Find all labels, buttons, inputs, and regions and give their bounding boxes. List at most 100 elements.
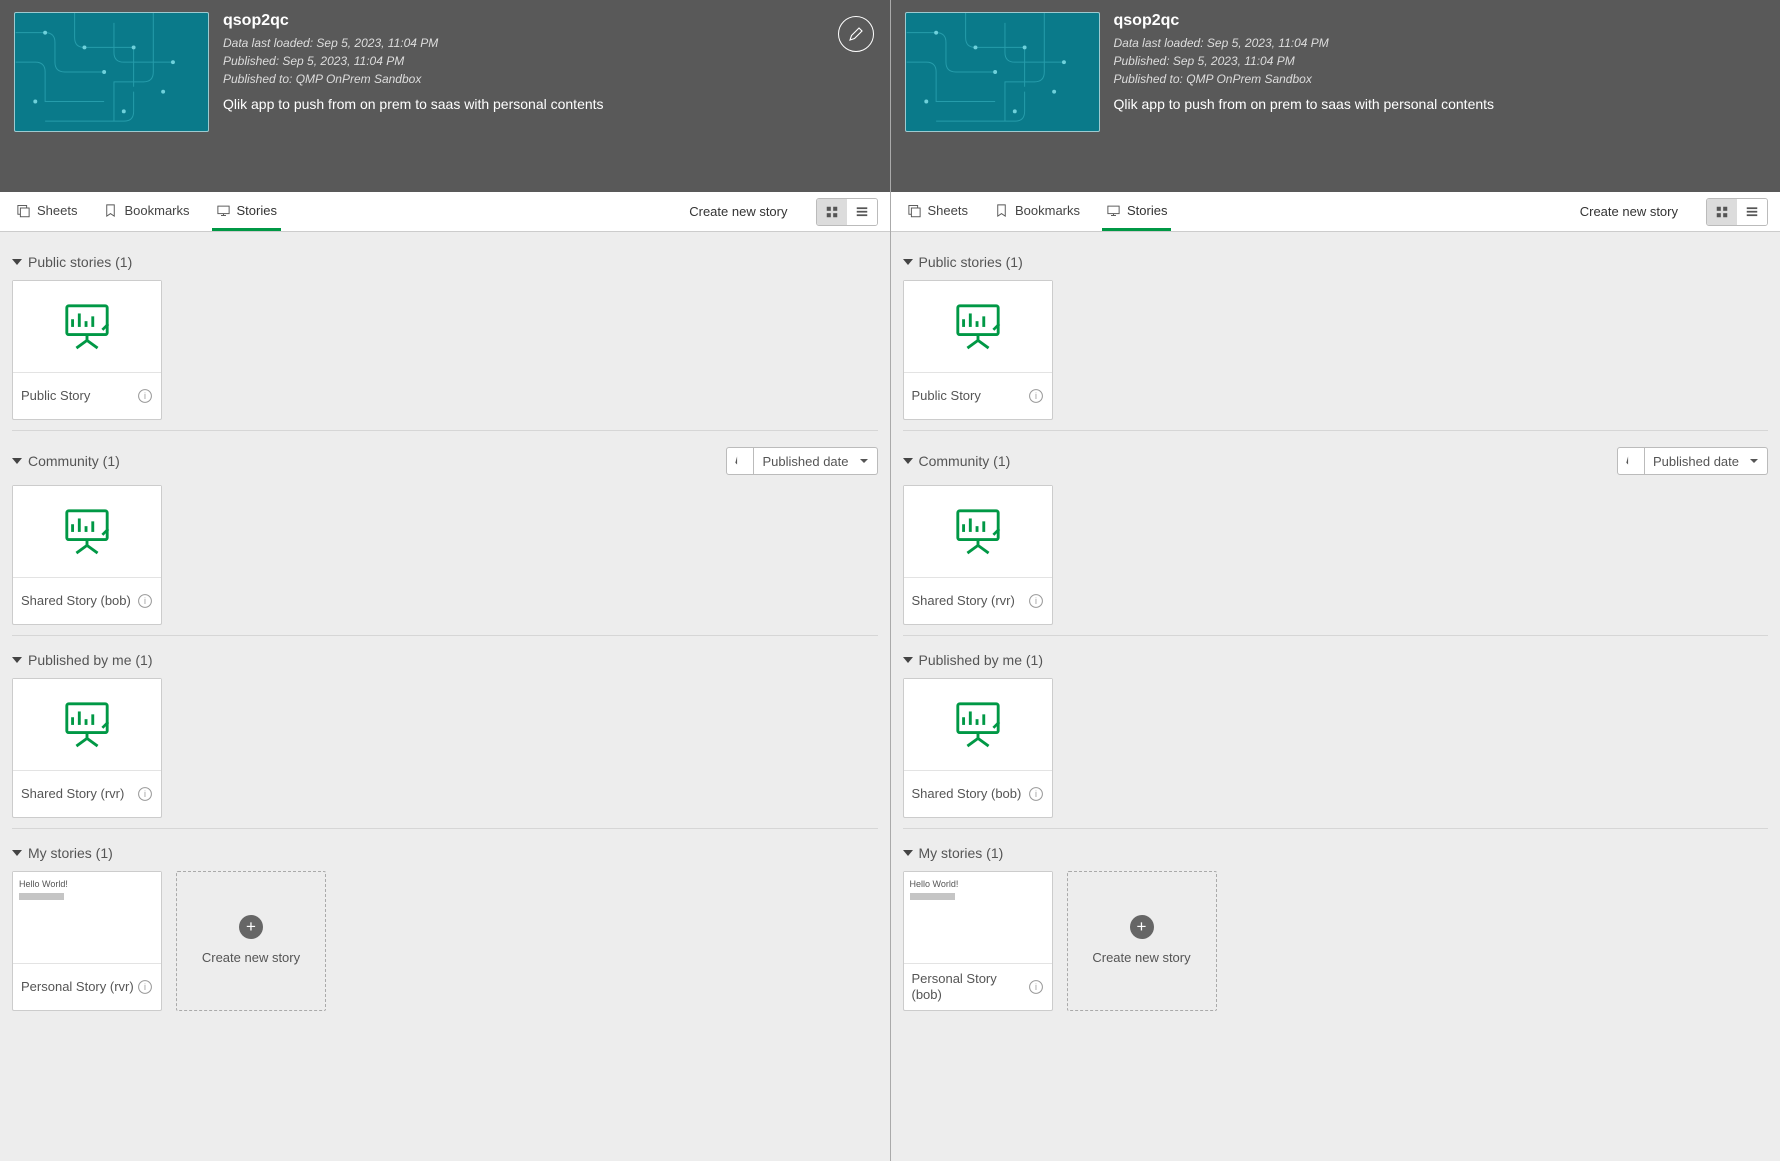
story-card-community[interactable]: Shared Story (bob) i <box>12 485 162 625</box>
pencil-icon <box>847 25 865 43</box>
info-icon[interactable]: i <box>1028 593 1044 609</box>
list-view-button[interactable] <box>847 199 877 225</box>
app-description: Qlik app to push from on prem to saas wi… <box>1114 96 1767 112</box>
info-icon[interactable]: i <box>1028 786 1044 802</box>
collapse-icon[interactable] <box>903 458 913 464</box>
create-new-story-link[interactable]: Create new story <box>689 204 787 219</box>
right-pane: qsop2qc Data last loaded: Sep 5, 2023, 1… <box>890 0 1780 1161</box>
section-my-stories: My stories (1) Hello World! Personal Sto… <box>12 828 878 1011</box>
info-icon[interactable]: i <box>137 593 153 609</box>
list-view-button[interactable] <box>1737 199 1767 225</box>
story-card-community[interactable]: Shared Story (rvr) i <box>903 485 1053 625</box>
card-preview-text: Hello World! <box>19 879 68 889</box>
published-to: Published to: QMP OnPrem Sandbox <box>1114 70 1767 88</box>
svg-text:i: i <box>1035 982 1037 992</box>
section-my-stories: My stories (1) Hello World! Personal Sto… <box>903 828 1769 1011</box>
stories-icon <box>216 203 231 218</box>
collapse-icon[interactable] <box>903 657 913 663</box>
bookmark-icon <box>994 203 1009 218</box>
stories-body: Public stories (1) Public Story i <box>0 232 890 1161</box>
sort-field-label: Published date <box>1653 454 1739 469</box>
card-title: Shared Story (bob) <box>912 786 1022 802</box>
section-title: Community (1) <box>28 453 120 469</box>
svg-text:i: i <box>1035 391 1037 401</box>
card-title: Personal Story (bob) <box>912 971 1028 1004</box>
section-title: Published by me (1) <box>919 652 1044 668</box>
story-card-pubbyme[interactable]: Shared Story (bob) i <box>903 678 1053 818</box>
section-title: Published by me (1) <box>28 652 153 668</box>
section-title: Public stories (1) <box>28 254 132 270</box>
card-title: Personal Story (rvr) <box>21 979 134 995</box>
sort-field-select[interactable]: Published date <box>1645 447 1768 475</box>
bookmark-icon <box>103 203 118 218</box>
svg-text:i: i <box>144 596 146 606</box>
story-card-pubbyme[interactable]: Shared Story (rvr) i <box>12 678 162 818</box>
section-community: Community (1) Published date Shared <box>12 430 878 625</box>
collapse-icon[interactable] <box>12 259 22 265</box>
sort-direction-button[interactable] <box>1617 447 1645 475</box>
info-icon[interactable]: i <box>137 979 153 995</box>
info-icon[interactable]: i <box>137 786 153 802</box>
app-title: qsop2qc <box>223 12 876 30</box>
tab-sheets[interactable]: Sheets <box>903 192 972 231</box>
plus-icon: + <box>1130 915 1154 939</box>
tab-bookmarks-label: Bookmarks <box>124 203 189 218</box>
collapse-icon[interactable] <box>903 259 913 265</box>
tab-stories[interactable]: Stories <box>212 192 281 231</box>
collapse-icon[interactable] <box>12 850 22 856</box>
plus-icon: + <box>239 915 263 939</box>
tab-bookmarks[interactable]: Bookmarks <box>990 192 1084 231</box>
section-public: Public stories (1) Public Story i <box>903 238 1769 420</box>
grid-view-button[interactable] <box>817 199 847 225</box>
view-toggle <box>1706 198 1768 226</box>
svg-text:i: i <box>1035 596 1037 606</box>
info-icon[interactable]: i <box>137 388 153 404</box>
data-last-loaded: Data last loaded: Sep 5, 2023, 11:04 PM <box>223 34 876 52</box>
create-new-story-link[interactable]: Create new story <box>1580 204 1678 219</box>
card-title: Shared Story (rvr) <box>912 593 1015 609</box>
app-description: Qlik app to push from on prem to saas wi… <box>223 96 876 112</box>
section-published-by-me: Published by me (1) Shared Story (rvr) i <box>12 635 878 818</box>
grid-view-button[interactable] <box>1707 199 1737 225</box>
svg-text:i: i <box>144 391 146 401</box>
sort-field-select[interactable]: Published date <box>754 447 877 475</box>
card-title: Shared Story (bob) <box>21 593 131 609</box>
create-new-story-card[interactable]: + Create new story <box>176 871 326 1011</box>
section-title: My stories (1) <box>28 845 113 861</box>
collapse-icon[interactable] <box>12 657 22 663</box>
svg-text:i: i <box>144 982 146 992</box>
section-published-by-me: Published by me (1) Shared Story (bob) i <box>903 635 1769 818</box>
story-card-personal[interactable]: Hello World! Personal Story (bob) i <box>903 871 1053 1011</box>
card-title: Shared Story (rvr) <box>21 786 124 802</box>
sort-direction-button[interactable] <box>726 447 754 475</box>
easel-icon <box>949 698 1007 751</box>
tab-sheets[interactable]: Sheets <box>12 192 81 231</box>
tab-stories[interactable]: Stories <box>1102 192 1171 231</box>
story-card-public[interactable]: Public Story i <box>12 280 162 420</box>
tab-bookmarks[interactable]: Bookmarks <box>99 192 193 231</box>
chevron-down-icon <box>1749 456 1759 466</box>
info-icon[interactable]: i <box>1028 388 1044 404</box>
svg-text:i: i <box>144 789 146 799</box>
section-title: Community (1) <box>919 453 1011 469</box>
app-header: qsop2qc Data last loaded: Sep 5, 2023, 1… <box>891 0 1780 192</box>
story-card-public[interactable]: Public Story i <box>903 280 1053 420</box>
sort-icon <box>733 454 747 468</box>
card-title: Public Story <box>21 388 90 404</box>
easel-icon <box>949 300 1007 353</box>
collapse-icon[interactable] <box>12 458 22 464</box>
info-icon[interactable]: i <box>1028 979 1044 995</box>
story-card-personal[interactable]: Hello World! Personal Story (rvr) i <box>12 871 162 1011</box>
edit-button[interactable] <box>838 16 874 52</box>
collapse-icon[interactable] <box>903 850 913 856</box>
sheets-icon <box>16 203 31 218</box>
section-public: Public stories (1) Public Story i <box>12 238 878 420</box>
app-title: qsop2qc <box>1114 12 1767 30</box>
easel-icon <box>58 300 116 353</box>
create-new-story-card[interactable]: + Create new story <box>1067 871 1217 1011</box>
list-icon <box>855 205 869 219</box>
tab-sheets-label: Sheets <box>928 203 968 218</box>
sort-field-label: Published date <box>762 454 848 469</box>
tab-row: Sheets Bookmarks Stories Create new stor… <box>0 192 890 232</box>
data-last-loaded: Data last loaded: Sep 5, 2023, 11:04 PM <box>1114 34 1767 52</box>
